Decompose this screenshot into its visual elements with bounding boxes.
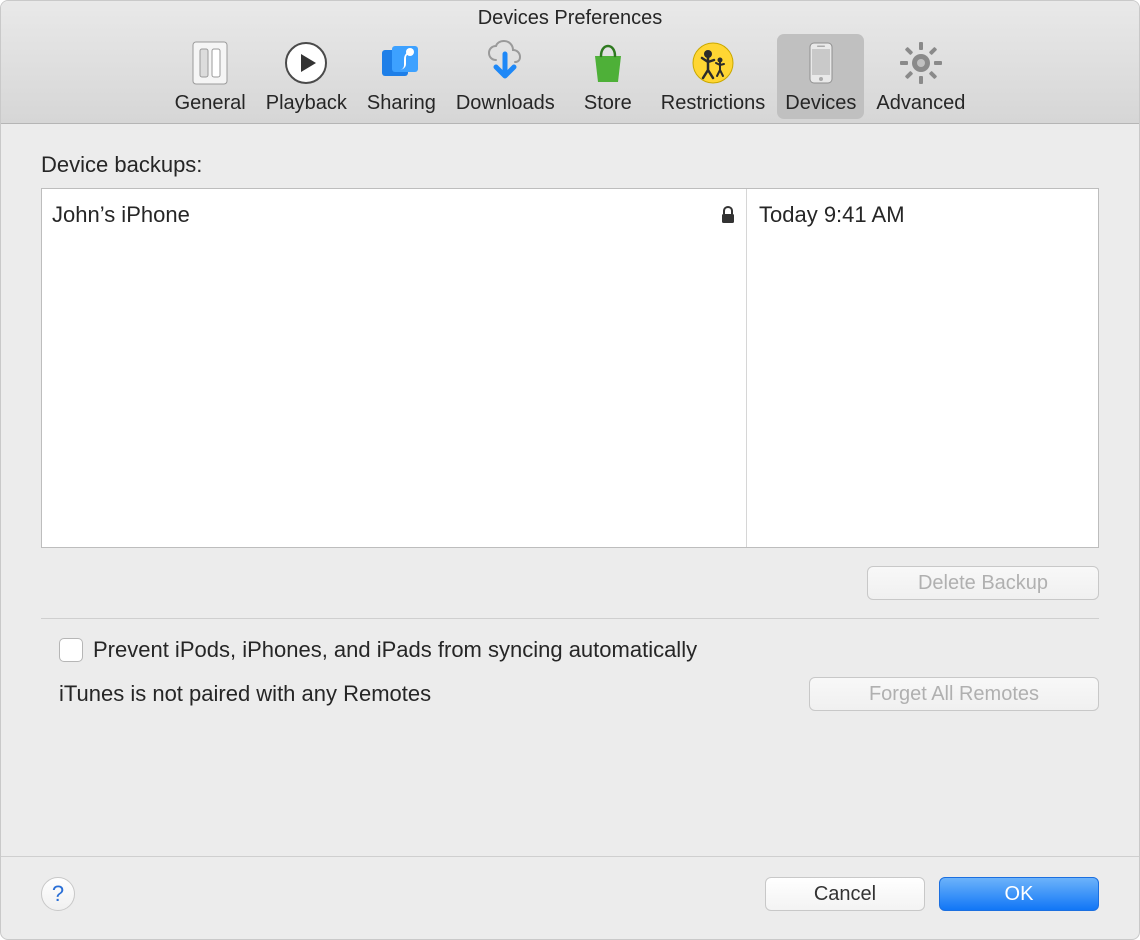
backups-name-column: John’s iPhone	[42, 189, 747, 547]
help-button[interactable]: ?	[41, 877, 75, 911]
tab-label: Playback	[266, 92, 347, 115]
remotes-status-text: iTunes is not paired with any Remotes	[59, 681, 809, 707]
tab-sharing[interactable]: Sharing	[359, 34, 444, 119]
divider	[41, 618, 1099, 619]
titlebar: Devices Preferences General	[1, 1, 1139, 124]
preferences-window: Devices Preferences General	[0, 0, 1140, 940]
backup-date: Today 9:41 AM	[759, 201, 1086, 229]
tab-general[interactable]: General	[167, 34, 254, 119]
store-icon	[583, 38, 633, 88]
backup-row[interactable]: John’s iPhone	[52, 201, 736, 229]
delete-backup-button[interactable]: Delete Backup	[867, 566, 1099, 600]
backups-date-column: Today 9:41 AM	[747, 189, 1098, 547]
lock-icon	[720, 206, 736, 224]
general-icon	[185, 38, 235, 88]
tab-label: Devices	[785, 92, 856, 115]
tab-devices[interactable]: Devices	[777, 34, 864, 119]
playback-icon	[281, 38, 331, 88]
ok-button[interactable]: OK	[939, 877, 1099, 911]
tab-label: General	[175, 92, 246, 115]
prevent-sync-checkbox[interactable]	[59, 638, 83, 662]
tab-restrictions[interactable]: Restrictions	[653, 34, 773, 119]
tab-label: Advanced	[876, 92, 965, 115]
backup-name: John’s iPhone	[52, 202, 720, 228]
tab-store[interactable]: Store	[567, 34, 649, 119]
tab-label: Downloads	[456, 92, 555, 115]
tab-playback[interactable]: Playback	[258, 34, 355, 119]
window-title: Devices Preferences	[1, 7, 1139, 34]
forget-all-remotes-button[interactable]: Forget All Remotes	[809, 677, 1099, 711]
footer: ? Cancel OK	[1, 856, 1139, 939]
devices-icon	[796, 38, 846, 88]
advanced-icon	[896, 38, 946, 88]
toolbar: General Playback	[1, 34, 1139, 123]
tab-downloads[interactable]: Downloads	[448, 34, 563, 119]
cancel-button[interactable]: Cancel	[765, 877, 925, 911]
tab-advanced[interactable]: Advanced	[868, 34, 973, 119]
tab-label: Sharing	[367, 92, 436, 115]
backups-table[interactable]: John’s iPhone Today 9:41 AM	[41, 188, 1099, 548]
remotes-row: iTunes is not paired with any Remotes Fo…	[59, 677, 1099, 711]
device-backups-heading: Device backups:	[41, 152, 1099, 178]
downloads-icon	[480, 38, 530, 88]
sharing-icon	[376, 38, 426, 88]
tab-label: Store	[584, 92, 632, 115]
restrictions-icon	[688, 38, 738, 88]
content-area: Device backups: John’s iPhone Today 9:41…	[1, 124, 1139, 856]
prevent-sync-label: Prevent iPods, iPhones, and iPads from s…	[93, 637, 697, 663]
prevent-sync-row: Prevent iPods, iPhones, and iPads from s…	[59, 637, 1099, 663]
tab-label: Restrictions	[661, 92, 765, 115]
